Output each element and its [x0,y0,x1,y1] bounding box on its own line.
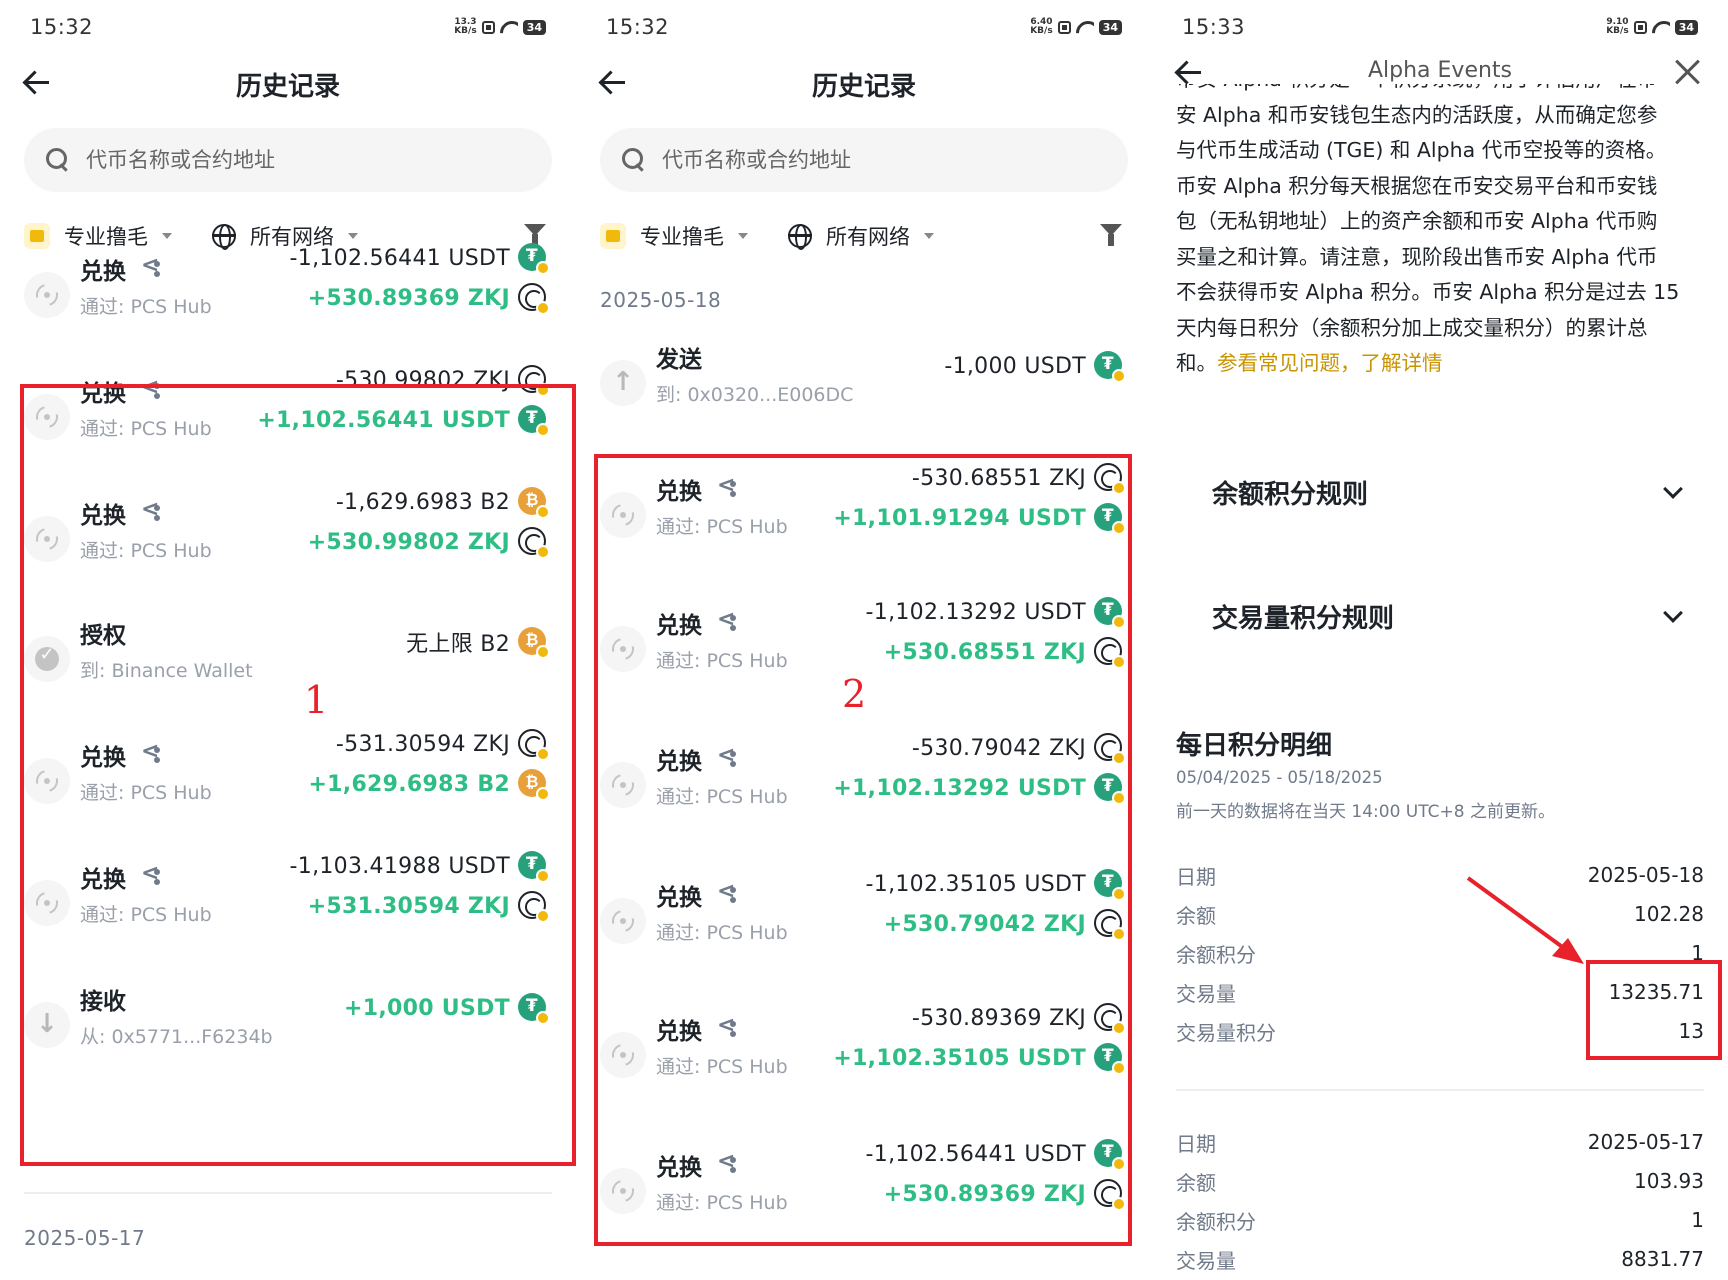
kv-row: 交易量 8831.77 [1176,1247,1704,1273]
date-range: 05/04/2025 - 05/18/2025 [1176,768,1383,787]
update-note: 前一天的数据将在当天 14:00 UTC+8 之前更新。 [1176,802,1555,822]
annotation-number: 1 [304,678,329,722]
notification-icon [481,20,495,34]
search-input[interactable] [86,148,506,172]
swap-icon [24,272,70,318]
search-icon [46,148,70,172]
globe-icon [788,224,812,250]
status-bar: 15:32 13.3 KB/s 34 [30,12,546,42]
chevron-down-icon [1663,603,1683,623]
zkj-coin-icon [518,283,550,315]
alpha-events-panel: 15:33 9.10KB/s 34 Alpha Events 币安 Alpha … [1152,0,1728,1280]
wallet-icon [600,223,626,249]
history-panel-2: 15:32 6.40KB/s 34 历史记录 专业撸毛 所有网络 2025-05… [576,0,1152,1280]
wifi-icon [1652,20,1670,34]
annotation-arrow-icon [1466,876,1584,964]
globe-icon [212,224,236,250]
page-header: 历史记录 [576,60,1152,110]
caret-down-icon [924,233,934,239]
page-title: Alpha Events [1367,58,1513,83]
send-arrow-icon [600,360,646,406]
page-header: 历史记录 [0,60,576,110]
divider [1176,1089,1704,1091]
wifi-icon [500,20,518,34]
caret-down-icon [162,233,172,239]
highlight-box [1586,960,1722,1060]
battery-icon: 34 [1098,19,1122,35]
faq-link[interactable]: 参看常见问题，了解详情 [1217,351,1443,375]
accordion-balance-rules[interactable]: 余额积分规则 [1212,472,1688,512]
article-text: 币安 Alpha 积分是一个积分系统，用于评估用户在币 安 Alpha 和币安钱… [1176,84,1680,375]
kv-row: 日期 2025-05-17 [1176,1130,1704,1156]
network-filter[interactable]: 所有网络 [788,221,934,251]
status-time: 15:32 [30,15,94,39]
notification-icon [1633,20,1647,34]
network-speed: 9.10 KB/s [1606,17,1629,36]
caret-down-icon [348,233,358,239]
page-title: 历史记录 [811,72,916,102]
kv-row: 余额积分 1 [1176,1208,1704,1234]
highlight-box [20,384,576,1166]
network-speed: 13.3 KB/s [454,17,477,36]
filter-bar: 专业撸毛 所有网络 [600,218,1128,254]
status-time: 15:32 [606,15,670,39]
kv-row: 日期 2025-05-18 [1176,863,1704,889]
usdt-coin-icon [1094,351,1126,383]
accordion-volume-rules[interactable]: 交易量积分规则 [1212,596,1688,636]
wifi-icon [1076,20,1094,34]
notification-icon [1057,20,1071,34]
battery-icon: 34 [1674,19,1698,35]
search-input[interactable] [662,148,1082,172]
network-speed: 6.40 KB/s [1030,17,1053,36]
search-icon [622,148,646,172]
status-bar: 15:32 6.40 KB/s 34 [606,12,1122,42]
chevron-down-icon [1663,479,1683,499]
kv-row: 余额 103.93 [1176,1169,1704,1195]
usdt-coin-icon [518,243,550,275]
page-title: 历史记录 [235,72,340,102]
wallet-filter[interactable]: 专业撸毛 [600,221,748,251]
wallet-icon [24,223,50,249]
transaction-row[interactable]: 兑换 通过: PCS Hub -1,102.56441 USDT +530.89… [24,243,552,350]
date-label: 2025-05-17 [24,1226,146,1250]
battery-icon: 34 [522,19,546,35]
status-time: 15:33 [1182,15,1246,39]
search-bar[interactable] [600,128,1128,192]
date-label: 2025-05-18 [600,288,722,312]
search-bar[interactable] [24,128,552,192]
close-icon[interactable] [1674,58,1702,86]
history-panel-1: 15:32 13.3KB/s 34 历史记录 专业撸毛 所有网络 兑换 [0,0,576,1280]
share-icon[interactable] [140,253,160,279]
annotation-number: 2 [842,672,867,716]
wallet-filter[interactable]: 专业撸毛 [24,221,172,251]
caret-down-icon [738,233,748,239]
filter-funnel-icon[interactable] [1100,224,1122,246]
section-title: 每日积分明细 [1176,731,1333,761]
kv-row: 余额 102.28 [1176,902,1704,928]
divider [24,1192,552,1194]
transaction-row[interactable]: 发送 到: 0x0320...E006DC -1,000 USDT [600,338,1128,438]
highlight-box [594,454,1132,1246]
status-bar: 15:33 9.10 KB/s 34 [1182,12,1698,42]
